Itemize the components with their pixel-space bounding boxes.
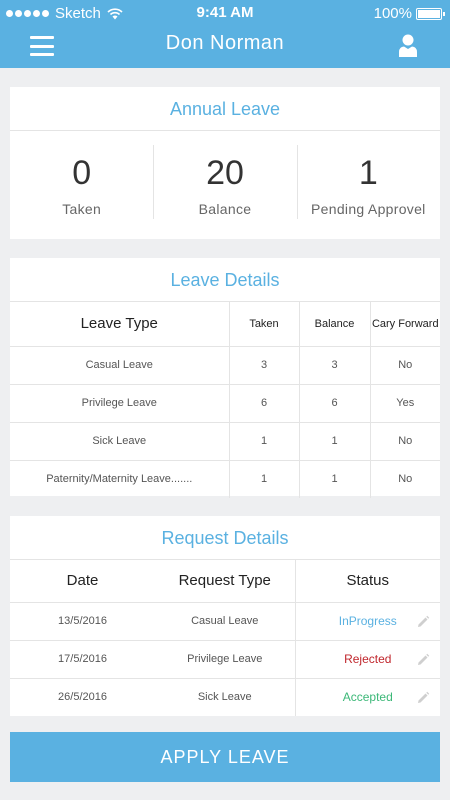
request-details-table: Date Request Type Status 13/5/2016 Casua… xyxy=(10,560,440,716)
apply-leave-button[interactable]: APPLY LEAVE xyxy=(10,732,440,782)
table-row[interactable]: 17/5/2016 Privilege Leave Rejected xyxy=(10,640,440,679)
cell-status: Rejected xyxy=(294,640,440,679)
leave-details-table: Leave Type Taken Balance Cary Forward Ca… xyxy=(10,302,440,498)
status-text: Accepted xyxy=(342,690,393,705)
nav-bar: Don Norman xyxy=(0,26,450,68)
cell-date: 17/5/2016 xyxy=(10,640,155,679)
stat-balance: 20 Balance xyxy=(153,145,296,219)
stat-value: 1 xyxy=(358,154,378,192)
col-header-balance: Balance xyxy=(299,302,371,347)
cell-leave-type: Casual Leave xyxy=(10,346,230,385)
cell-taken: 3 xyxy=(229,346,300,385)
battery-percent: 100% xyxy=(373,5,412,22)
cell-leave-type: Privilege Leave xyxy=(10,384,230,423)
cell-balance: 1 xyxy=(299,422,371,461)
table-header-row: Date Request Type Status xyxy=(10,560,440,603)
col-header-request-type: Request Type xyxy=(155,560,295,603)
cell-carry-forward: Yes xyxy=(370,384,440,423)
table-row: Sick Leave 1 1 No xyxy=(10,422,440,461)
cell-request-type: Sick Leave xyxy=(197,691,252,704)
request-details-title: Request Details xyxy=(10,516,440,560)
cell-balance: 1 xyxy=(299,460,371,498)
cell-status: Accepted xyxy=(294,678,440,716)
status-bar-right: 100% xyxy=(373,5,445,22)
cell-request-type: Casual Leave xyxy=(155,602,295,641)
stat-label: Taken xyxy=(62,201,102,217)
edit-icon[interactable] xyxy=(416,653,430,667)
cell-taken: 1 xyxy=(229,422,300,461)
stat-label: Balance xyxy=(198,201,252,217)
cell-carry-forward: No xyxy=(370,422,440,461)
col-header-status: Status xyxy=(294,560,440,603)
user-icon[interactable] xyxy=(398,32,418,58)
status-text: Rejected xyxy=(344,652,392,666)
status-text: InProgress xyxy=(338,614,397,628)
annual-leave-stats: 0 Taken 20 Balance 1 Pending Approvel xyxy=(10,131,440,239)
request-details-card: Request Details Date Request Type Status… xyxy=(10,516,440,716)
battery-fill xyxy=(418,9,440,18)
cell-balance: 3 xyxy=(299,346,371,385)
table-row: Paternity/Maternity Leave....... 1 1 No xyxy=(10,460,440,498)
edit-icon[interactable] xyxy=(416,615,430,629)
stat-pending: 1 Pending Approvel xyxy=(296,145,440,219)
cell-leave-type: Sick Leave xyxy=(10,422,230,461)
col-header-leave-type: Leave Type xyxy=(10,302,230,347)
table-row[interactable]: 26/5/2016 Sick Leave Accepted xyxy=(10,678,440,716)
table-row: Privilege Leave 6 6 Yes xyxy=(10,384,440,423)
app-header: Sketch 9:41 AM 100% Don Norman xyxy=(0,0,450,68)
cell-status: InProgress xyxy=(294,602,440,641)
col-header-date: Date xyxy=(10,560,155,603)
table-row[interactable]: 13/5/2016 Casual Leave InProgress xyxy=(10,602,440,641)
cell-leave-type: Paternity/Maternity Leave....... xyxy=(10,460,230,498)
annual-leave-title: Annual Leave xyxy=(10,87,440,131)
cell-date: 26/5/2016 xyxy=(58,691,107,704)
cell-taken: 6 xyxy=(229,384,300,423)
leave-details-card: Leave Details Leave Type Taken Balance C… xyxy=(10,258,440,498)
stat-value: 0 xyxy=(72,154,92,192)
status-bar: Sketch 9:41 AM 100% xyxy=(0,0,450,26)
leave-details-title: Leave Details xyxy=(10,258,440,302)
cell-request-type: Privilege Leave xyxy=(155,640,295,679)
edit-icon[interactable] xyxy=(416,691,430,705)
annual-leave-card: Annual Leave 0 Taken 20 Balance 1 Pendin… xyxy=(10,87,440,239)
cell-taken: 1 xyxy=(229,460,300,498)
cell-date: 13/5/2016 xyxy=(10,602,155,641)
table-row: Casual Leave 3 3 No xyxy=(10,346,440,385)
battery-icon xyxy=(416,7,445,20)
table-header-row: Leave Type Taken Balance Cary Forward xyxy=(10,302,440,347)
cell-carry-forward: No xyxy=(398,473,413,486)
cell-carry-forward: No xyxy=(370,346,440,385)
cell-balance: 6 xyxy=(299,384,371,423)
stat-label: Pending Approvel xyxy=(311,201,426,217)
page-title: Don Norman xyxy=(165,32,285,54)
stat-value: 20 xyxy=(206,154,244,192)
col-header-taken: Taken xyxy=(229,302,300,347)
stat-taken: 0 Taken xyxy=(10,153,153,217)
col-header-carry-forward: Cary Forward xyxy=(370,302,440,347)
